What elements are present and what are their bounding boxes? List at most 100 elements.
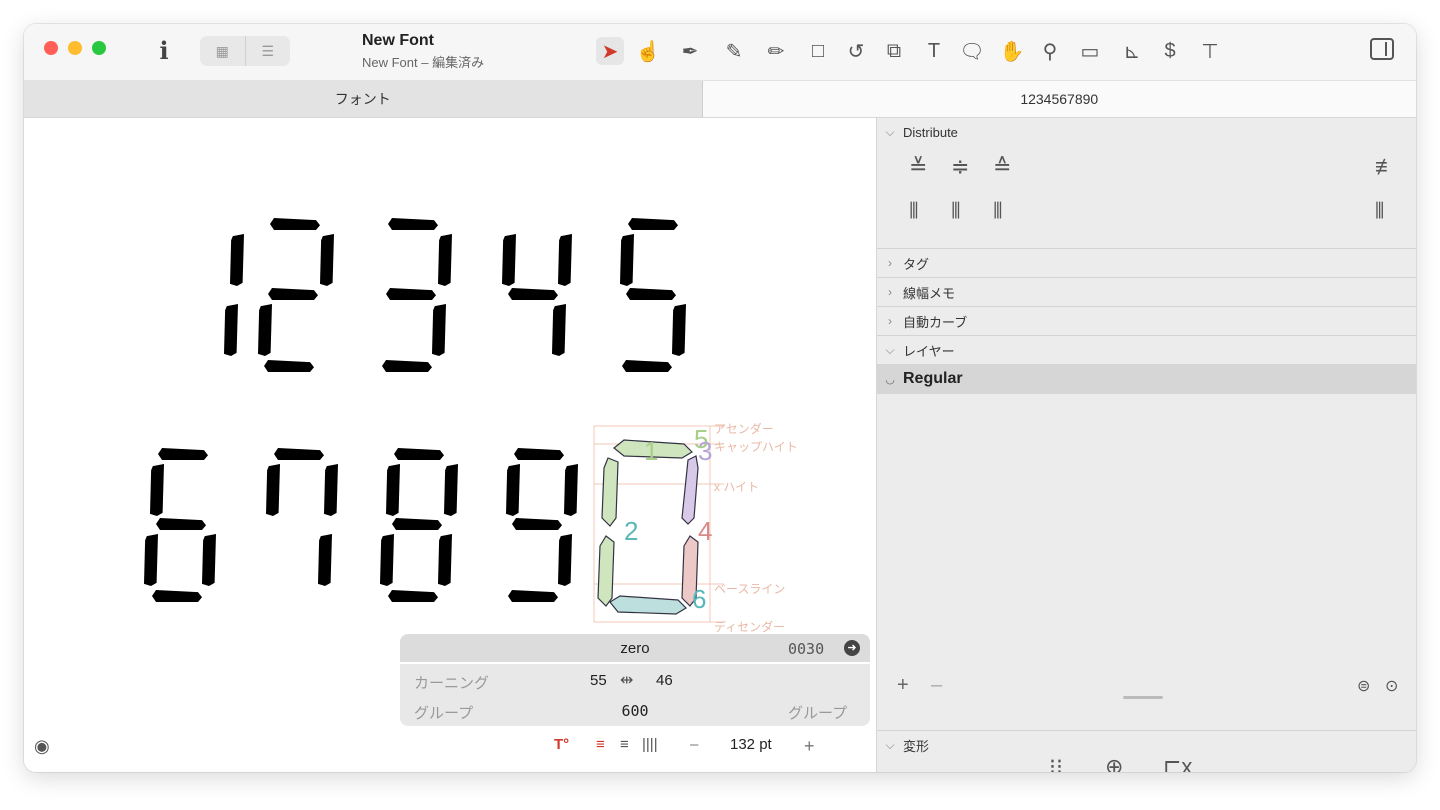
window-title: New Font (362, 32, 434, 49)
list-view-icon[interactable]: ☰ (244, 36, 291, 66)
segment-bottom[interactable] (609, 595, 687, 615)
distribute-center-h-icon[interactable]: ⦀ (951, 198, 961, 224)
distribute-spacing-h-icon[interactable]: ⫴ (1375, 198, 1384, 224)
remove-layer-button[interactable]: – (931, 674, 942, 697)
glyph-segment (158, 448, 208, 460)
segment-bottom-left[interactable] (597, 535, 615, 607)
text-icon[interactable]: T (920, 37, 948, 65)
add-layer-button[interactable]: + (897, 674, 909, 697)
eye-icon[interactable]: ◉ (34, 736, 50, 757)
edit-canvas[interactable]: 1 2 4 5 3 6 アセンダー キャップハイト x ハイト ベースライン デ… (24, 118, 876, 772)
select-icon[interactable]: ➤ (596, 37, 624, 65)
point-size[interactable]: 132 pt (730, 736, 772, 753)
chevron-right-icon: › (888, 314, 892, 328)
kerning-icon: ⇹ (620, 672, 634, 689)
sidebar-toggle-icon[interactable] (1370, 38, 1394, 60)
zoom-out-button[interactable]: – (690, 736, 698, 753)
align-left-icon[interactable]: ≡ (596, 736, 605, 753)
text-tool-icon[interactable]: T° (554, 736, 569, 753)
rectangle-icon[interactable]: □ (804, 37, 832, 65)
close-button[interactable] (44, 41, 58, 55)
vertical-text-icon[interactable]: |||| (642, 736, 658, 753)
pen-icon[interactable]: ✒ (676, 37, 704, 65)
hand-icon[interactable]: ✋ (998, 37, 1026, 65)
distribute-center-v-icon[interactable]: ≑ (951, 154, 969, 180)
glyph-segment (564, 464, 578, 516)
info-icon[interactable]: i (154, 36, 174, 65)
glyph-info-header: zero 0030 ➜ (400, 634, 870, 662)
tab-edit[interactable]: 1234567890 (702, 81, 1416, 117)
distribute-spacing-v-icon[interactable]: ≢ (1375, 154, 1397, 180)
glyph-info-box: zero 0030 ➜ カーニング 55 ⇹ 46 グループ 600 グループ (400, 634, 870, 726)
group-right-label[interactable]: グループ (788, 702, 847, 723)
titlebar: i ▦ ☰ New Font New Font – 編集済み ➤ ☝ ✒ ✎ ✏… (24, 24, 1416, 81)
document-title: New Font New Font – 編集済み (362, 32, 484, 71)
guide-ascender-label: アセンダー (714, 422, 774, 436)
zoom-in-button[interactable]: + (804, 736, 815, 757)
section-stem-label: 線幅メモ (903, 285, 956, 301)
glyph-segment (224, 304, 238, 356)
scale-icon[interactable]: ⧉ (880, 37, 908, 65)
dollar-icon[interactable]: $ (1156, 37, 1184, 65)
glyph-segment (386, 464, 400, 516)
transform-scale-icon[interactable]: ⊏x (1163, 754, 1192, 772)
segment-number-1: 1 (644, 436, 659, 466)
glyph-segment (552, 304, 566, 356)
distribute-bottom-icon[interactable]: ≙ (993, 154, 1011, 180)
measure-icon[interactable]: ▭ (1076, 37, 1104, 65)
inspector-panel: ⌵ Distribute ≚ ≑ ≙ ≢ ⦀ ⦀ ⦀ ⫴ › タグ › 線幅メモ… (876, 118, 1416, 772)
segment-top-left[interactable] (601, 457, 619, 527)
section-auto-curve-label: 自動カーブ (903, 314, 968, 330)
glyph-segment (320, 234, 334, 286)
tab-bar: フォント 1234567890 (24, 81, 1416, 118)
grid-view-icon[interactable]: ▦ (200, 36, 245, 66)
transform-box-icon[interactable]: ⁝⁝ (1049, 754, 1063, 772)
glyph-segment (386, 288, 436, 300)
glyph-segment (318, 534, 332, 586)
glyph-segment (150, 464, 164, 516)
tab-font[interactable]: フォント (24, 81, 703, 117)
metrics-icon[interactable]: ⊤ (1196, 37, 1224, 65)
resize-handle[interactable] (1123, 696, 1163, 699)
kerning-right-value[interactable]: 46 (656, 672, 673, 689)
glyph-segment (388, 590, 438, 602)
distribute-header[interactable]: ⌵ Distribute (877, 118, 1416, 146)
view-mode-segment: ▦ ☰ (200, 36, 290, 66)
rotate-icon[interactable]: ↺ (842, 37, 870, 65)
guide-cap-height-label: キャップハイト (714, 440, 798, 454)
section-layers[interactable]: ⌵ レイヤー (877, 335, 1416, 364)
arrow-right-icon[interactable]: ➜ (844, 640, 860, 656)
distribute-right-icon[interactable]: ⦀ (993, 198, 1003, 224)
section-auto-curve[interactable]: › 自動カーブ (877, 306, 1416, 335)
section-tags[interactable]: › タグ (877, 248, 1416, 277)
segment-number-3: 3 (698, 436, 713, 466)
zoom-icon[interactable]: ⚲ (1036, 37, 1064, 65)
align-right-icon[interactable]: ≡ (620, 736, 629, 753)
pencil-icon[interactable]: ✏ (762, 37, 790, 65)
chevron-down-icon: ⌵ (885, 737, 895, 752)
glyph-info-body: カーニング 55 ⇹ 46 グループ 600 グループ (400, 664, 870, 726)
section-stem-notes[interactable]: › 線幅メモ (877, 277, 1416, 306)
zoom-button[interactable] (92, 41, 106, 55)
layer-row-regular[interactable]: ◡ Regular (877, 364, 1416, 394)
glyph-unicode[interactable]: 0030 (788, 640, 824, 658)
eye-closed-icon[interactable]: ◡ (877, 373, 903, 386)
more-options-icon[interactable]: ⊙ (1385, 676, 1398, 696)
distribute-left-icon[interactable]: ⦀ (909, 198, 919, 224)
component-icon[interactable]: ⊾ (1118, 37, 1146, 65)
chevron-down-icon: ⌵ (885, 124, 895, 139)
segment-top-right[interactable] (681, 455, 699, 525)
app-window: i ▦ ☰ New Font New Font – 編集済み ➤ ☝ ✒ ✎ ✏… (24, 24, 1416, 772)
filter-icon[interactable]: ⊜ (1357, 676, 1370, 696)
glyph-segment (388, 218, 438, 230)
annotation-icon[interactable]: 🗨 (958, 37, 986, 65)
brush-icon[interactable]: ✎ (720, 37, 748, 65)
minimize-button[interactable] (68, 41, 82, 55)
distribute-top-icon[interactable]: ≚ (909, 154, 927, 180)
glyph-segment (626, 288, 676, 300)
distribute-label: Distribute (903, 124, 958, 140)
transform-origin-icon[interactable]: ⊕ (1105, 754, 1123, 772)
hand-select-icon[interactable]: ☝ (634, 37, 662, 65)
kerning-left-value[interactable]: 55 (590, 672, 607, 689)
section-transform[interactable]: ⌵ 変形 (877, 730, 1416, 759)
